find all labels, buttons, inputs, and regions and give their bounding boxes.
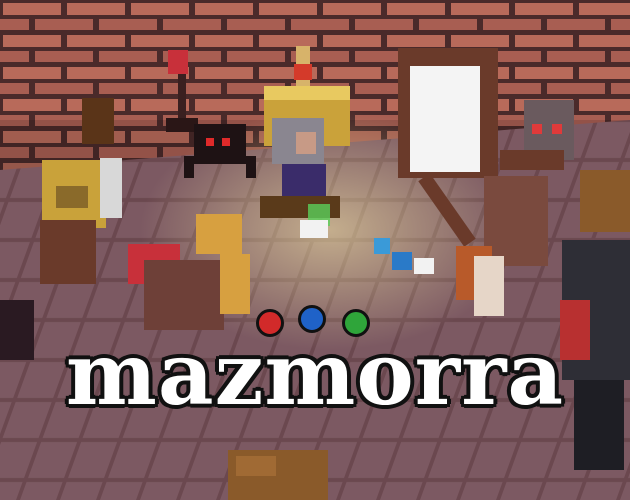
dungeon-scene [0, 0, 630, 500]
wooden-sign [82, 98, 114, 144]
bottom-crate [228, 450, 328, 500]
game-title: mazmorra [65, 324, 565, 425]
game-scene: mazmorra [0, 0, 630, 500]
doorway [398, 48, 498, 178]
